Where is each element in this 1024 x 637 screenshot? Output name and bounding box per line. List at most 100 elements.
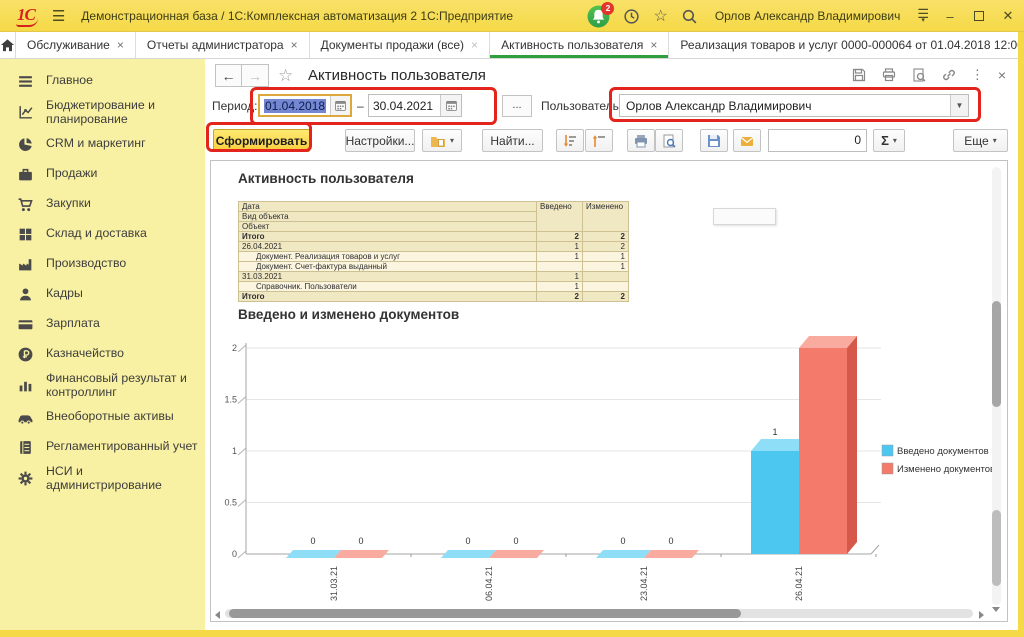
- sidebar-item-bars[interactable]: Финансовый результат и контроллинг: [0, 369, 205, 402]
- more-menu-icon[interactable]: ⋮: [971, 67, 984, 83]
- horizontal-scrollbar-thumb[interactable]: [229, 609, 741, 618]
- scroll-down-arrow[interactable]: [992, 607, 1000, 612]
- forward-button[interactable]: →: [242, 64, 269, 87]
- sidebar-item-pie[interactable]: CRM и маркетинг: [0, 129, 205, 159]
- row-value-cell: 2: [537, 232, 583, 242]
- expand-groups-button[interactable]: [556, 129, 584, 152]
- table-row: 31.03.2021−1: [239, 272, 629, 282]
- svg-text:06.04.21: 06.04.21: [484, 566, 494, 601]
- envelope-icon: [739, 133, 755, 149]
- close-window-button[interactable]: ✕: [1000, 8, 1016, 24]
- horizontal-scrollbar[interactable]: [225, 609, 973, 618]
- sidebar-item-person[interactable]: Кадры: [0, 279, 205, 309]
- current-user[interactable]: Орлов Александр Владимирович: [715, 9, 901, 23]
- scroll-left-arrow[interactable]: [215, 611, 220, 619]
- table-row: 26.04.2021−12: [239, 242, 629, 252]
- tab-close-icon[interactable]: ×: [650, 38, 657, 52]
- find-button[interactable]: Найти...: [482, 129, 543, 152]
- favorites-icon[interactable]: ☆: [653, 8, 667, 25]
- search-icon[interactable]: [681, 8, 698, 25]
- preview-icon[interactable]: [911, 67, 927, 83]
- vertical-scrollbar-thumb[interactable]: [992, 301, 1001, 407]
- link-icon[interactable]: [941, 67, 957, 83]
- generate-button[interactable]: Сформировать: [213, 129, 310, 152]
- history-icon[interactable]: [623, 8, 640, 25]
- calendar-icon[interactable]: [440, 95, 461, 116]
- sidebar-item-car[interactable]: Внеоборотные активы: [0, 402, 205, 432]
- collapse-groups-icon: [591, 133, 607, 149]
- user-combobox[interactable]: Орлов Александр Владимирович ▼: [619, 94, 969, 117]
- send-mail-button[interactable]: [733, 129, 761, 152]
- autosum-button[interactable]: Σ▾: [873, 129, 905, 152]
- table-header-cell: Введено: [537, 202, 583, 232]
- notifications-button[interactable]: 2: [587, 5, 610, 28]
- sidebar-item-menu[interactable]: Главное: [0, 66, 205, 96]
- sidebar-item-label: Главное: [46, 74, 93, 88]
- tab-label: Отчеты администратора: [147, 38, 284, 52]
- tab-5[interactable]: Реализация товаров и услуг 0000-000064 о…: [669, 32, 1024, 58]
- period-from-input[interactable]: 01.04.2018: [258, 94, 352, 117]
- vertical-scrollbar-thumb2[interactable]: [992, 510, 1001, 586]
- collapse-groups-button[interactable]: [585, 129, 613, 152]
- sidebar-item-label: Регламентированный учет: [46, 440, 198, 454]
- row-value-cell: 1: [537, 272, 583, 282]
- sidebar-item-ruble[interactable]: Казначейство: [0, 339, 205, 369]
- minimize-button[interactable]: –: [942, 9, 958, 24]
- home-tab[interactable]: [0, 32, 16, 58]
- row-value-cell: 2: [537, 292, 583, 302]
- floppy-icon: [706, 133, 722, 149]
- card-icon: [17, 316, 34, 333]
- print-preview-button[interactable]: [655, 129, 683, 152]
- tab-label: Обслуживание: [27, 38, 110, 52]
- service-menu-icon[interactable]: ☰▾: [917, 10, 929, 23]
- sidebar-item-ledger[interactable]: Регламентированный учет: [0, 432, 205, 462]
- chevron-down-icon[interactable]: ▼: [950, 95, 968, 116]
- row-value-cell: 1: [583, 262, 629, 272]
- table-row: Документ. Реализация товаров и услуг+11: [239, 252, 629, 262]
- cart-icon: [17, 196, 34, 213]
- print-icon[interactable]: [881, 67, 897, 83]
- period-choose-button[interactable]: ...: [502, 95, 532, 117]
- tab-1[interactable]: Обслуживание ×: [16, 32, 136, 58]
- back-button[interactable]: ←: [215, 64, 242, 87]
- tab-close-icon[interactable]: ×: [471, 38, 478, 52]
- scroll-right-arrow[interactable]: [979, 611, 984, 619]
- sum-field[interactable]: 0: [768, 129, 867, 152]
- tab-2[interactable]: Отчеты администратора ×: [136, 32, 310, 58]
- report-variants-button[interactable]: ▾: [422, 129, 462, 152]
- sidebar-item-label: Финансовый результат и контроллинг: [46, 372, 199, 399]
- sidebar-item-cart[interactable]: Закупки: [0, 189, 205, 219]
- person-icon: [17, 286, 34, 303]
- sidebar-item-planning[interactable]: Бюджетирование и планирование: [0, 96, 205, 129]
- close-form-icon[interactable]: ×: [998, 67, 1006, 83]
- sidebar-item-label: Закупки: [46, 197, 91, 211]
- sidebar-item-card[interactable]: Зарплата: [0, 309, 205, 339]
- more-button[interactable]: Еще▾: [953, 129, 1008, 152]
- save-result-button[interactable]: [700, 129, 728, 152]
- sidebar-item-gear[interactable]: НСИ и администрирование: [0, 462, 205, 495]
- save-icon[interactable]: [851, 67, 867, 83]
- sidebar-item-briefcase[interactable]: Продажи: [0, 159, 205, 189]
- tab-4[interactable]: Активность пользователя×: [490, 32, 669, 58]
- row-value-cell: 2: [583, 242, 629, 252]
- user-label: Пользователь:: [541, 99, 622, 113]
- planning-icon: [17, 104, 34, 121]
- favorite-star-icon[interactable]: ☆: [278, 66, 293, 86]
- settings-button[interactable]: Настройки...: [345, 129, 415, 152]
- maximize-button[interactable]: [971, 9, 987, 24]
- period-to-input[interactable]: 30.04.2021: [368, 94, 462, 117]
- tab-3[interactable]: Документы продажи (все)×: [310, 32, 490, 58]
- vertical-scrollbar[interactable]: [992, 167, 1001, 605]
- svg-text:1: 1: [772, 427, 777, 437]
- tab-close-icon[interactable]: ×: [291, 38, 298, 52]
- pie-icon: [17, 136, 34, 153]
- window-bottom-border: [0, 630, 1024, 637]
- calendar-icon[interactable]: [330, 96, 350, 115]
- sidebar-item-warehouse[interactable]: Склад и доставка: [0, 219, 205, 249]
- sidebar-item-factory[interactable]: Производство: [0, 249, 205, 279]
- tab-close-icon[interactable]: ×: [117, 38, 124, 52]
- ledger-icon: [17, 439, 34, 456]
- print-button[interactable]: [627, 129, 655, 152]
- main-menu-icon[interactable]: ☰: [52, 7, 65, 25]
- table-header-row: ДатаВведеноИзменено: [239, 202, 629, 212]
